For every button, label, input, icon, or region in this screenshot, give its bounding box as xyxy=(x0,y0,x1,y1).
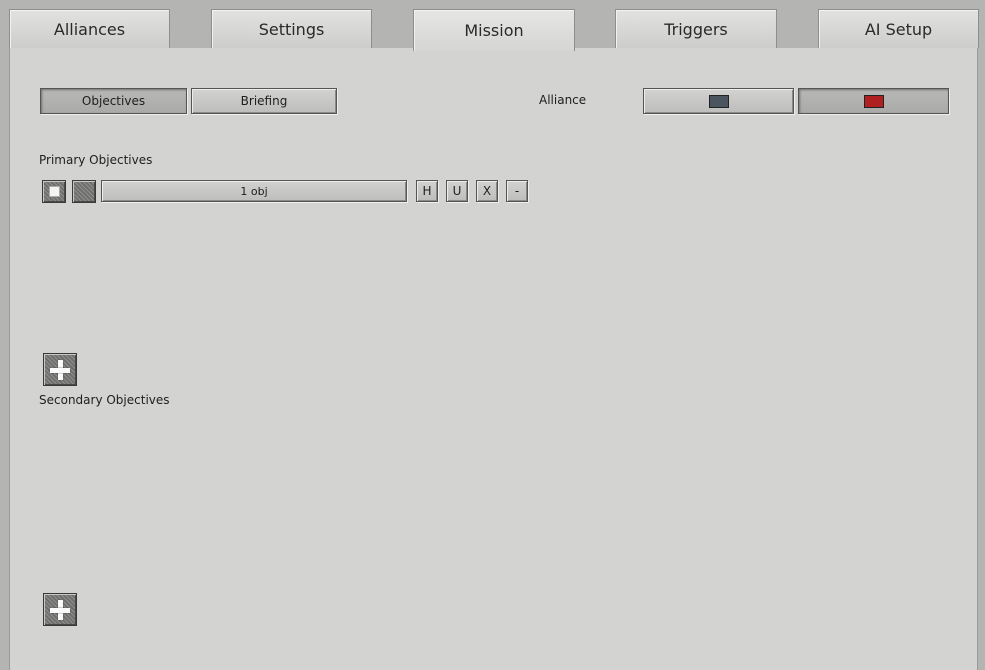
objective-remove-button[interactable]: - xyxy=(506,180,528,202)
objectives-subtab-button[interactable]: Objectives xyxy=(40,88,187,114)
objective-u-button[interactable]: U xyxy=(446,180,468,202)
secondary-objectives-heading: Secondary Objectives xyxy=(39,393,170,407)
tab-mission[interactable]: Mission xyxy=(413,9,575,51)
checkbox-icon xyxy=(48,186,60,197)
primary-objectives-heading: Primary Objectives xyxy=(39,153,153,167)
tab-alliances[interactable]: Alliances xyxy=(9,9,170,48)
objective-x-button[interactable]: X xyxy=(476,180,498,202)
plus-icon xyxy=(49,359,71,381)
alliance-color-swatch-2 xyxy=(863,94,884,108)
alliance-color-button-1[interactable] xyxy=(643,88,794,114)
tab-ai-setup[interactable]: AI Setup xyxy=(818,9,979,48)
alliance-color-button-2[interactable] xyxy=(798,88,949,114)
add-secondary-objective-button[interactable] xyxy=(43,593,77,626)
mission-panel xyxy=(9,48,978,670)
tab-bar: Alliances Settings Mission Triggers AI S… xyxy=(0,0,985,51)
add-primary-objective-button[interactable] xyxy=(43,353,77,386)
plus-icon xyxy=(49,599,71,621)
alliance-color-swatch-1 xyxy=(708,94,729,108)
objective-name-button[interactable]: 1 obj xyxy=(101,180,407,202)
tab-settings[interactable]: Settings xyxy=(211,9,372,48)
objective-texture-button[interactable] xyxy=(72,180,96,203)
briefing-subtab-button[interactable]: Briefing xyxy=(191,88,337,114)
objective-h-button[interactable]: H xyxy=(416,180,438,202)
objective-checkbox[interactable] xyxy=(42,180,66,203)
alliance-label: Alliance xyxy=(539,93,587,107)
tab-triggers[interactable]: Triggers xyxy=(615,9,777,48)
